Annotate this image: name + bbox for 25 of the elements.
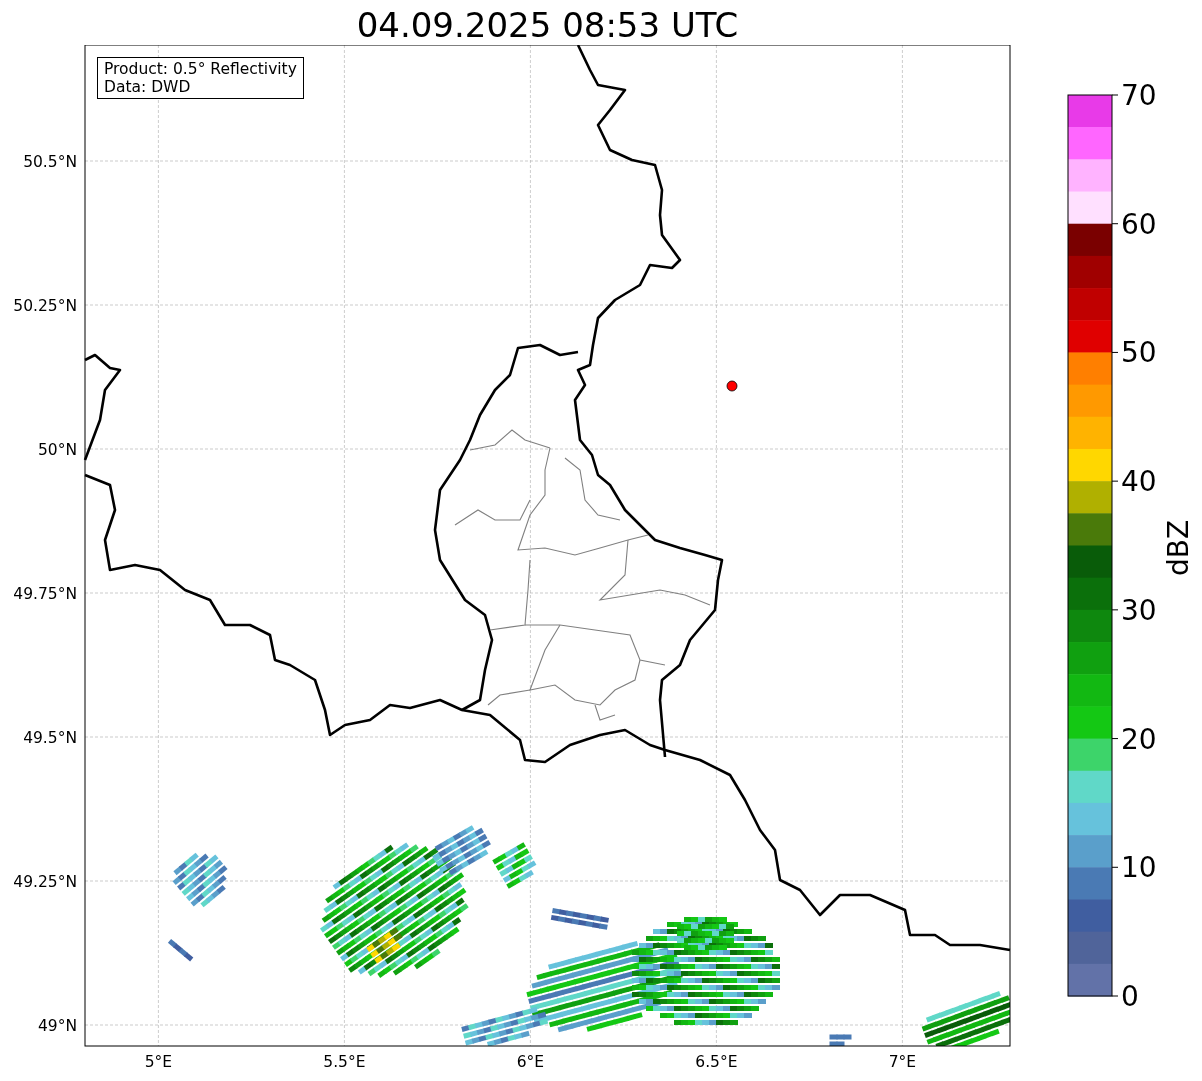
latitude-label: 49.25°N	[13, 873, 77, 891]
longitude-label: 5°E	[144, 1053, 173, 1071]
latitude-label: 50°N	[37, 441, 77, 459]
scale-label: 30	[1121, 593, 1157, 627]
scale-label: 70	[1121, 79, 1157, 112]
latitude-label: 50.5°N	[23, 153, 77, 171]
longitude-label: 7°E	[888, 1053, 917, 1071]
longitude-label: 5.5°E	[323, 1053, 366, 1071]
scale-label: 60	[1121, 207, 1157, 241]
scale-label: 40	[1121, 465, 1157, 499]
latitude-label: 49.5°N	[23, 729, 77, 747]
scale-label: 20	[1121, 722, 1157, 756]
scale-unit: dBZ	[1162, 519, 1195, 577]
scale-label: 50	[1121, 336, 1157, 370]
longitude-label: 6.5°E	[695, 1053, 738, 1071]
latitude-label: 49.75°N	[13, 585, 77, 603]
latitude-label: 49°N	[37, 1017, 77, 1035]
scale-label: 10	[1121, 851, 1157, 885]
longitude-label: 6°E	[516, 1053, 545, 1071]
map-title: 04.09.2025 08:53 UTC	[355, 4, 740, 45]
location-marker	[726, 380, 738, 392]
latitude-label: 50.25°N	[13, 297, 77, 315]
info-text: Data: DWD	[104, 78, 192, 96]
info-text: Product: 0.5° Reflectivity	[104, 60, 297, 78]
scale-label: 0	[1121, 980, 1139, 1013]
